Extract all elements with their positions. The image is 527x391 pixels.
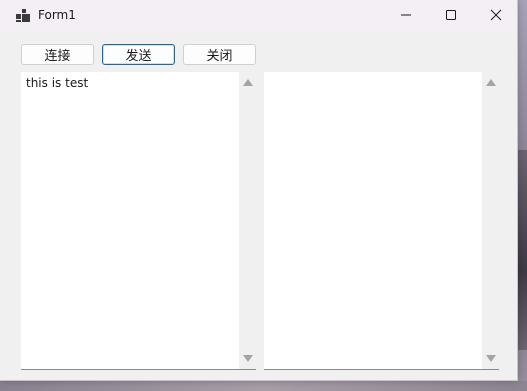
scroll-down-icon[interactable] — [243, 355, 253, 362]
connect-button[interactable]: 连接 — [21, 44, 94, 65]
maximize-icon — [446, 10, 456, 20]
send-button[interactable]: 发送 — [102, 44, 175, 65]
send-textbox[interactable]: this is test — [21, 72, 256, 370]
form-window: Form1 连接 发送 关闭 this is test — [0, 0, 518, 381]
scroll-down-icon[interactable] — [486, 355, 496, 362]
close-window-button[interactable] — [473, 0, 519, 30]
scroll-up-icon[interactable] — [243, 79, 253, 86]
close-icon — [490, 9, 502, 21]
scroll-up-icon[interactable] — [486, 79, 496, 86]
maximize-button[interactable] — [428, 0, 474, 30]
form-client-area: 连接 发送 关闭 this is test — [0, 31, 517, 380]
receive-textbox[interactable] — [264, 72, 499, 370]
winforms-app-icon — [16, 9, 30, 22]
desktop-background-bottom — [0, 381, 527, 391]
close-button[interactable]: 关闭 — [183, 44, 256, 65]
window-title: Form1 — [38, 8, 76, 22]
send-textbox-text: this is test — [26, 76, 89, 90]
title-bar[interactable]: Form1 — [0, 0, 517, 31]
receive-textbox-scrollbar[interactable] — [482, 72, 499, 369]
minimize-icon — [401, 14, 411, 16]
minimize-button[interactable] — [383, 0, 429, 30]
send-textbox-scrollbar[interactable] — [239, 72, 256, 369]
desktop-background-edge — [517, 150, 527, 350]
